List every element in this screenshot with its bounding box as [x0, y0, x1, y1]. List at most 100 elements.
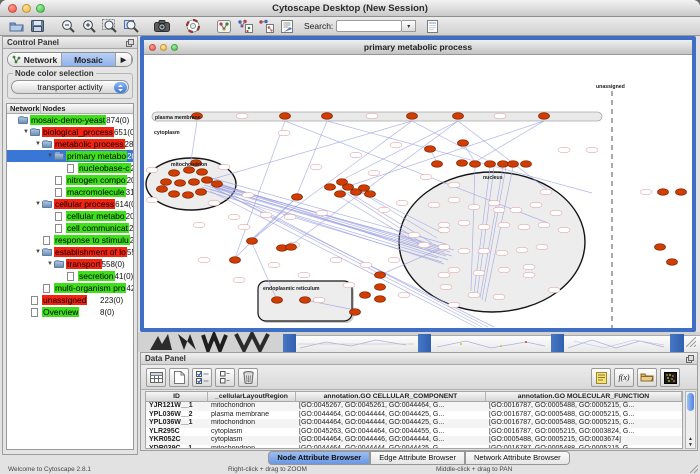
expand-arrow-icon[interactable]: ▼: [46, 153, 54, 159]
gene-node[interactable]: [586, 147, 598, 153]
network-edge[interactable]: [235, 121, 285, 258]
gene-node[interactable]: [523, 272, 535, 278]
float-panel-icon[interactable]: [126, 39, 134, 47]
zoom-out-icon[interactable]: [58, 18, 78, 35]
gene-node[interactable]: [316, 210, 328, 216]
network-copy-icon[interactable]: [235, 18, 255, 35]
gene-node[interactable]: [536, 244, 548, 250]
selected-gene-node[interactable]: [539, 113, 550, 120]
selected-gene-node[interactable]: [272, 297, 283, 304]
gene-node[interactable]: [368, 170, 380, 176]
expand-arrow-icon[interactable]: ▼: [22, 129, 30, 135]
selected-gene-node[interactable]: [212, 181, 223, 188]
gene-node[interactable]: [548, 287, 560, 293]
table-row[interactable]: YPL036W__1mitochondrion[GO:0044464, GO:0…: [146, 419, 682, 428]
tab-network-attribute-browser[interactable]: Network Attribute Browser: [465, 451, 570, 465]
gene-node[interactable]: [540, 189, 552, 195]
network-edge[interactable]: [412, 121, 490, 162]
selected-gene-node[interactable]: [161, 179, 172, 186]
scrollbar-arrows[interactable]: ▲▼: [686, 436, 695, 448]
gene-node[interactable]: [448, 302, 460, 308]
gene-node[interactable]: [558, 147, 570, 153]
tree-row[interactable]: ▼primary metabo209(...: [7, 150, 133, 162]
table-row[interactable]: YDR039C__1mitochondrion[GO:0044464, GO:0…: [146, 445, 682, 449]
gene-node[interactable]: [448, 197, 460, 203]
gene-node[interactable]: [518, 224, 530, 230]
new-attribute-icon[interactable]: [169, 368, 189, 387]
gene-node[interactable]: [510, 207, 522, 213]
selected-gene-node[interactable]: [169, 191, 180, 198]
selected-gene-node[interactable]: [280, 113, 291, 120]
selected-gene-node[interactable]: [407, 113, 418, 120]
gene-node[interactable]: [440, 284, 452, 290]
background-window-edge[interactable]: [670, 334, 684, 352]
tree-row[interactable]: ▼biological_process651(0): [7, 126, 133, 138]
selected-gene-node[interactable]: [667, 259, 678, 266]
gene-node[interactable]: [242, 192, 254, 198]
help-lifesaver-icon[interactable]: [183, 18, 203, 35]
gene-node[interactable]: [313, 297, 325, 303]
gene-node[interactable]: [396, 200, 408, 206]
open-icon[interactable]: [6, 18, 26, 35]
resize-grip-icon[interactable]: [686, 337, 696, 347]
gene-node[interactable]: [478, 224, 490, 230]
notepad-icon[interactable]: [591, 368, 611, 387]
expand-arrow-icon[interactable]: ▼: [34, 141, 42, 147]
table-row[interactable]: YJR121W__1mitochondrion[GO:0045267, GO:0…: [146, 402, 682, 411]
unselect-attributes-icon[interactable]: [215, 368, 235, 387]
table-row[interactable]: YLR295Ccytoplasm[GO:0045263, GO:0044464,…: [146, 428, 682, 437]
tree-row[interactable]: response to stimulu264(0): [7, 234, 133, 246]
network-edge[interactable]: [475, 121, 544, 162]
gene-node[interactable]: [330, 257, 342, 263]
tree-row[interactable]: mosaic-demo-yeast874(0): [7, 114, 133, 126]
gene-node[interactable]: [458, 220, 470, 226]
network-edge[interactable]: [191, 121, 197, 161]
background-window-fragment[interactable]: [564, 335, 670, 352]
gene-node[interactable]: [198, 257, 210, 263]
table-row[interactable]: YPL036W__2plasma membrane[GO:0044464, GO…: [146, 411, 682, 420]
tree-row[interactable]: nucleobase-c209(0): [7, 162, 133, 174]
selected-gene-node[interactable]: [521, 161, 532, 168]
net-zoom-button[interactable]: [171, 44, 178, 51]
snapshot-camera-icon[interactable]: [152, 18, 172, 35]
gene-node[interactable]: [438, 222, 450, 228]
selected-gene-node[interactable]: [230, 257, 241, 264]
background-window-fragment[interactable]: [431, 335, 551, 352]
gene-node[interactable]: [558, 227, 570, 233]
close-button[interactable]: [8, 4, 17, 13]
gene-node[interactable]: [390, 142, 402, 148]
selected-gene-node[interactable]: [292, 194, 303, 201]
gene-node[interactable]: [146, 167, 158, 173]
selected-gene-node[interactable]: [432, 161, 443, 168]
gene-node[interactable]: [488, 200, 500, 206]
gene-node[interactable]: [516, 247, 528, 253]
selected-gene-node[interactable]: [175, 180, 186, 187]
background-window-edge[interactable]: [418, 334, 431, 352]
gene-node[interactable]: [208, 200, 220, 206]
background-window-edge[interactable]: [283, 334, 296, 352]
zoom-selected-icon[interactable]: [121, 18, 141, 35]
gene-node[interactable]: [418, 242, 430, 248]
selected-gene-node[interactable]: [365, 191, 376, 198]
tree-row[interactable]: cellular metabo209(0): [7, 210, 133, 222]
selected-gene-node[interactable]: [197, 169, 208, 176]
gene-node[interactable]: [496, 250, 508, 256]
tree-row[interactable]: ▼establishment of lo558(0): [7, 246, 133, 258]
tree-row[interactable]: secretion41(0): [7, 270, 133, 282]
annotation-icon[interactable]: [277, 18, 297, 35]
selected-gene-node[interactable]: [325, 184, 336, 191]
selected-gene-node[interactable]: [457, 160, 468, 167]
selected-gene-node[interactable]: [458, 140, 469, 147]
gene-node[interactable]: [388, 257, 400, 263]
gene-node[interactable]: [193, 222, 205, 228]
gene-node[interactable]: [378, 207, 390, 213]
gene-node[interactable]: [398, 292, 410, 298]
selected-gene-node[interactable]: [470, 161, 481, 168]
gene-node[interactable]: [420, 174, 432, 180]
gene-node[interactable]: [236, 113, 248, 119]
selected-gene-node[interactable]: [322, 113, 333, 120]
search-input[interactable]: [336, 20, 402, 32]
gene-node[interactable]: [448, 267, 460, 273]
gene-node[interactable]: [550, 210, 562, 216]
gene-node[interactable]: [438, 272, 450, 278]
